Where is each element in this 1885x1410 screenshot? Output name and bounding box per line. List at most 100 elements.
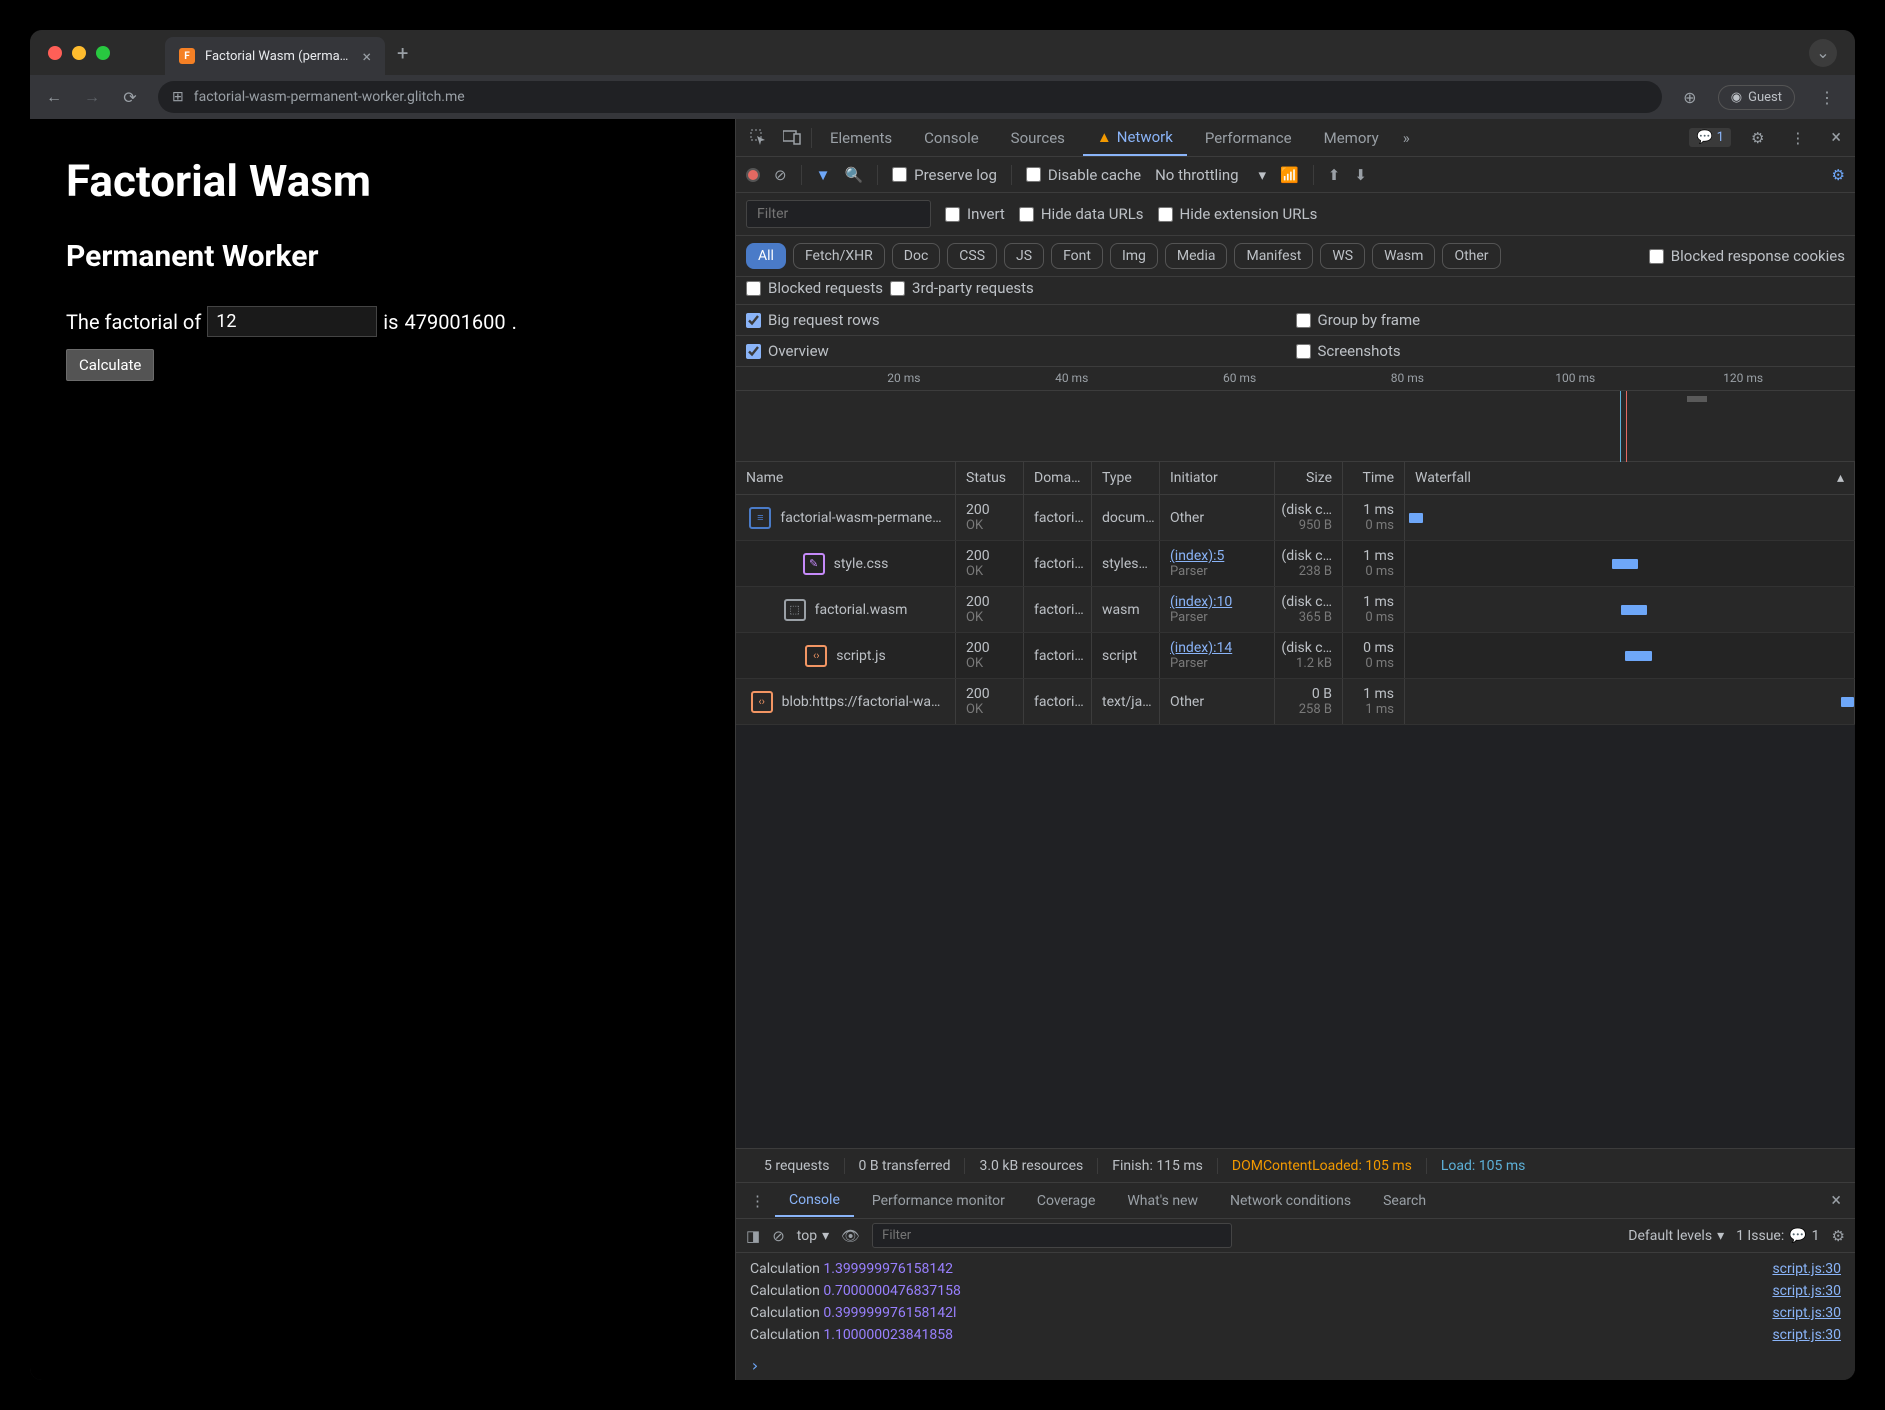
- network-timeline[interactable]: 20 ms40 ms60 ms80 ms100 ms120 ms: [736, 367, 1855, 462]
- address-bar[interactable]: ⊞ factorial-wasm-permanent-worker.glitch…: [158, 81, 1662, 113]
- browser-menu-button[interactable]: ⋮: [1813, 88, 1841, 107]
- reload-button[interactable]: ⟳: [120, 88, 140, 107]
- forward-button[interactable]: →: [82, 87, 102, 107]
- tab-elements[interactable]: Elements: [816, 121, 906, 155]
- tab-memory[interactable]: Memory: [1310, 121, 1393, 155]
- calculate-button[interactable]: Calculate: [66, 349, 154, 381]
- log-source-link[interactable]: script.js:30: [1772, 1305, 1841, 1321]
- device-toggle-icon[interactable]: [777, 124, 807, 151]
- drawer-tab-netcond[interactable]: Network conditions: [1216, 1186, 1365, 1216]
- tab-sources[interactable]: Sources: [997, 121, 1079, 155]
- col-type[interactable]: Type: [1092, 462, 1160, 494]
- blocked-cookies-checkbox[interactable]: Blocked response cookies: [1649, 247, 1845, 265]
- devtools-menu-icon[interactable]: ⋮: [1784, 123, 1811, 153]
- issues-badge[interactable]: 💬1: [1689, 128, 1731, 147]
- filter-chip-css[interactable]: CSS: [947, 243, 997, 269]
- filter-chip-media[interactable]: Media: [1165, 243, 1228, 269]
- download-har-icon[interactable]: ⬇: [1354, 166, 1367, 184]
- preserve-log-checkbox[interactable]: Preserve log: [892, 166, 997, 184]
- levels-dropdown[interactable]: Default levels ▾: [1628, 1228, 1724, 1244]
- filter-chip-font[interactable]: Font: [1051, 243, 1103, 269]
- invert-checkbox[interactable]: Invert: [945, 205, 1005, 223]
- table-row[interactable]: ⬚factorial.wasm 200OK factori… wasm (ind…: [736, 587, 1855, 633]
- console-sidebar-icon[interactable]: ◨: [746, 1227, 760, 1245]
- search-icon[interactable]: 🔍: [844, 166, 863, 184]
- factorial-input[interactable]: [207, 306, 377, 337]
- zoom-icon[interactable]: ⊕: [1680, 88, 1700, 107]
- drawer-tab-coverage[interactable]: Coverage: [1023, 1186, 1109, 1216]
- log-source-link[interactable]: script.js:30: [1772, 1327, 1841, 1343]
- more-tabs-icon[interactable]: »: [1397, 123, 1416, 153]
- col-name[interactable]: Name: [736, 462, 956, 494]
- col-waterfall[interactable]: Waterfall▴: [1405, 462, 1855, 494]
- filter-chip-doc[interactable]: Doc: [892, 243, 941, 269]
- console-prompt[interactable]: ›: [736, 1351, 1855, 1380]
- network-filter-input[interactable]: [746, 200, 931, 228]
- drawer-menu-icon[interactable]: ⋮: [744, 1186, 771, 1216]
- disable-cache-checkbox[interactable]: Disable cache: [1026, 166, 1141, 184]
- tab-console[interactable]: Console: [910, 121, 993, 155]
- log-source-link[interactable]: script.js:30: [1772, 1283, 1841, 1299]
- live-expression-icon[interactable]: 👁: [841, 1227, 860, 1245]
- col-status[interactable]: Status: [956, 462, 1024, 494]
- screenshots-checkbox[interactable]: Screenshots: [1296, 342, 1401, 360]
- inspect-icon[interactable]: [744, 123, 773, 152]
- filter-chip-img[interactable]: Img: [1110, 243, 1158, 269]
- filter-chip-other[interactable]: Other: [1442, 243, 1500, 269]
- filter-chip-manifest[interactable]: Manifest: [1234, 243, 1313, 269]
- drawer-tab-whatsnew[interactable]: What's new: [1113, 1186, 1212, 1216]
- col-domain[interactable]: Domain: [1024, 462, 1092, 494]
- third-party-checkbox[interactable]: 3rd-party requests: [890, 279, 1034, 297]
- filter-chip-wasm[interactable]: Wasm: [1372, 243, 1435, 269]
- overview-checkbox[interactable]: Overview: [746, 342, 829, 360]
- browser-tab[interactable]: F Factorial Wasm (permanent ×: [165, 37, 385, 75]
- close-devtools-button[interactable]: ×: [1825, 127, 1847, 148]
- settings-icon[interactable]: ⚙: [1745, 123, 1770, 153]
- table-row[interactable]: ‹›script.js 200OK factori… script (index…: [736, 633, 1855, 679]
- console-filter-input[interactable]: [872, 1223, 1232, 1248]
- table-row[interactable]: ≡factorial-wasm-permane… 200OK factori… …: [736, 495, 1855, 541]
- big-rows-checkbox[interactable]: Big request rows: [746, 311, 880, 329]
- filter-chip-all[interactable]: All: [746, 243, 786, 269]
- drawer-tab-perfmon[interactable]: Performance monitor: [858, 1186, 1019, 1216]
- drawer-tab-console[interactable]: Console: [775, 1185, 854, 1217]
- close-tab-button[interactable]: ×: [362, 47, 371, 66]
- site-info-icon[interactable]: ⊞: [172, 89, 184, 105]
- record-button[interactable]: [746, 168, 760, 182]
- new-tab-button[interactable]: +: [397, 41, 408, 65]
- filter-chip-js[interactable]: JS: [1004, 243, 1044, 269]
- console-issues[interactable]: 1 Issue: 💬1: [1736, 1228, 1819, 1244]
- filter-chip-ws[interactable]: WS: [1320, 243, 1365, 269]
- filter-toggle-icon[interactable]: ▼: [816, 166, 831, 184]
- upload-har-icon[interactable]: ⬆: [1328, 166, 1341, 184]
- tab-overflow-button[interactable]: ⌄: [1809, 39, 1837, 67]
- filter-chip-fetchxhr[interactable]: Fetch/XHR: [793, 243, 885, 269]
- request-time-2: 0 ms: [1365, 656, 1394, 671]
- back-button[interactable]: ←: [44, 87, 64, 107]
- close-drawer-button[interactable]: ×: [1825, 1190, 1847, 1211]
- close-window-button[interactable]: [48, 46, 62, 60]
- tab-performance[interactable]: Performance: [1191, 121, 1306, 155]
- hide-ext-urls-checkbox[interactable]: Hide extension URLs: [1158, 205, 1318, 223]
- network-settings-icon[interactable]: ⚙: [1832, 166, 1845, 184]
- profile-button[interactable]: ◉ Guest: [1718, 85, 1795, 110]
- drawer-tab-search[interactable]: Search: [1369, 1186, 1440, 1216]
- clear-button[interactable]: ⊘: [774, 166, 787, 184]
- col-time[interactable]: Time: [1343, 462, 1405, 494]
- col-initiator[interactable]: Initiator: [1160, 462, 1275, 494]
- console-clear-icon[interactable]: ⊘: [772, 1227, 785, 1245]
- throttling-dropdown[interactable]: No throttling▾: [1155, 166, 1266, 184]
- table-row[interactable]: ‹›blob:https://factorial-wa… 200OK facto…: [736, 679, 1855, 725]
- context-dropdown[interactable]: top ▾: [797, 1228, 829, 1244]
- maximize-window-button[interactable]: [96, 46, 110, 60]
- console-settings-icon[interactable]: ⚙: [1832, 1227, 1845, 1245]
- minimize-window-button[interactable]: [72, 46, 86, 60]
- network-conditions-icon[interactable]: 📶: [1280, 166, 1299, 184]
- tab-network[interactable]: ▲Network: [1083, 120, 1187, 156]
- group-frame-checkbox[interactable]: Group by frame: [1296, 311, 1421, 329]
- hide-data-urls-checkbox[interactable]: Hide data URLs: [1019, 205, 1144, 223]
- table-row[interactable]: ✎style.css 200OK factori… styles… (index…: [736, 541, 1855, 587]
- blocked-requests-checkbox[interactable]: Blocked requests: [746, 279, 883, 297]
- log-source-link[interactable]: script.js:30: [1772, 1261, 1841, 1277]
- col-size[interactable]: Size: [1275, 462, 1343, 494]
